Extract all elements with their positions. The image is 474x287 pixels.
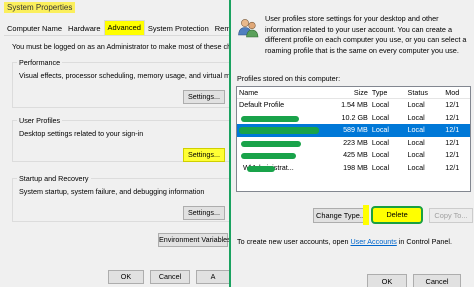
column-status[interactable]: Status [406, 87, 444, 98]
row-size: 223 MB [343, 137, 368, 147]
redaction-mark [239, 127, 319, 134]
delete-button[interactable]: Delete [371, 206, 423, 224]
profiles-ok-button[interactable]: OK [367, 274, 407, 287]
create-accounts-hint: To create new user accounts, open User A… [237, 237, 452, 246]
startup-settings-button[interactable]: Settings... [183, 206, 225, 220]
hint-text-before: To create new user accounts, open [237, 237, 351, 246]
startup-recovery-group: Startup and Recovery System startup, sys… [12, 174, 230, 222]
redaction-mark [241, 153, 296, 159]
row-modified: 12/1 [445, 137, 460, 147]
row-size: 198 MB [343, 162, 368, 172]
row-modified: 12/1 [445, 112, 460, 122]
users-icon [237, 17, 259, 39]
column-type[interactable]: Type [370, 87, 406, 98]
change-type-button[interactable]: Change Type... [313, 208, 369, 223]
tab-hardware[interactable]: Hardware [65, 22, 104, 35]
performance-text: Visual effects, processor scheduling, me… [19, 71, 251, 80]
row-status: Local [407, 112, 425, 122]
column-size[interactable]: Size [340, 87, 370, 98]
redaction-mark [247, 165, 275, 172]
row-modified: 12/1 [445, 125, 460, 134]
row-name: Default Profile [239, 100, 285, 109]
row-size: 425 MB [343, 150, 368, 159]
table-row[interactable]: W\Administrat... 198 MB Local Local 12/1 [237, 162, 470, 175]
user-profiles-description: User profiles store settings for your de… [265, 14, 467, 55]
list-header: Name Size Type Status Mod [237, 87, 470, 99]
profiles-cancel-button[interactable]: Cancel [413, 274, 461, 287]
performance-settings-button[interactable]: Settings... [183, 90, 225, 104]
table-row-selected[interactable]: 589 MB Local Local 12/1 [237, 124, 470, 137]
table-row[interactable]: 425 MB Local Local 12/1 [237, 149, 470, 162]
tab-system-protection[interactable]: System Protection [144, 22, 212, 35]
row-status: Local [407, 100, 425, 109]
startup-recovery-title: Startup and Recovery [17, 174, 91, 183]
system-properties-title: System Properties [4, 2, 76, 13]
row-status: Local [407, 150, 425, 159]
hint-text-after: in Control Panel. [396, 237, 452, 246]
cancel-button[interactable]: Cancel [150, 270, 190, 284]
table-row[interactable]: Default Profile 1.54 MB Local Local 12/1 [237, 99, 470, 112]
tab-computer-name[interactable]: Computer Name [4, 22, 66, 35]
row-modified: 12/1 [445, 150, 460, 159]
redaction-mark [241, 140, 301, 147]
column-name[interactable]: Name [237, 87, 340, 98]
column-modified[interactable]: Mod [443, 87, 470, 98]
row-size: 589 MB [343, 125, 368, 134]
row-modified: 12/1 [445, 100, 460, 109]
redaction-mark [241, 115, 299, 122]
system-properties-dialog: System Properties Computer Name Hardware… [0, 0, 250, 287]
row-status: Local [407, 162, 425, 172]
row-size: 10.2 GB [341, 112, 368, 122]
tab-strip: Computer Name Hardware Advanced System P… [4, 20, 245, 35]
row-type: Local [371, 100, 390, 109]
table-row[interactable]: 223 MB Local Local 12/1 [237, 137, 470, 150]
profiles-list-label: Profiles stored on this computer: [237, 74, 341, 83]
row-size: 1.54 MB [341, 100, 368, 109]
ok-button[interactable]: OK [108, 270, 144, 284]
performance-title: Performance [17, 58, 63, 67]
profiles-list[interactable]: Name Size Type Status Mod Default Profil… [236, 86, 471, 192]
user-accounts-link[interactable]: User Accounts [350, 237, 396, 246]
user-profiles-group: User Profiles Desktop settings related t… [12, 116, 230, 162]
row-type: Local [371, 150, 390, 159]
table-row[interactable]: 10.2 GB Local Local 12/1 [237, 112, 470, 125]
performance-group: Performance Visual effects, processor sc… [12, 58, 250, 108]
admin-note: You must be logged on as an Administrato… [12, 42, 232, 51]
environment-variables-button[interactable]: Environment Variables [158, 233, 231, 247]
user-profiles-text: Desktop settings related to your sign-in [19, 129, 144, 138]
user-profiles-dialog: User profiles store settings for your de… [229, 0, 474, 287]
row-type: Local [371, 162, 390, 172]
user-profiles-title: User Profiles [17, 116, 63, 125]
row-modified: 12/1 [445, 162, 460, 172]
apply-button[interactable]: A [196, 270, 230, 284]
row-type: Local [371, 125, 390, 134]
tab-advanced[interactable]: Advanced [103, 20, 145, 35]
row-status: Local [407, 125, 425, 134]
user-profiles-settings-button[interactable]: Settings... [183, 148, 225, 162]
row-type: Local [371, 112, 390, 122]
copy-to-button[interactable]: Copy To... [429, 208, 473, 223]
highlight-mark [363, 205, 369, 225]
row-status: Local [407, 137, 425, 147]
startup-recovery-text: System startup, system failure, and debu… [19, 187, 205, 196]
row-type: Local [371, 137, 390, 147]
